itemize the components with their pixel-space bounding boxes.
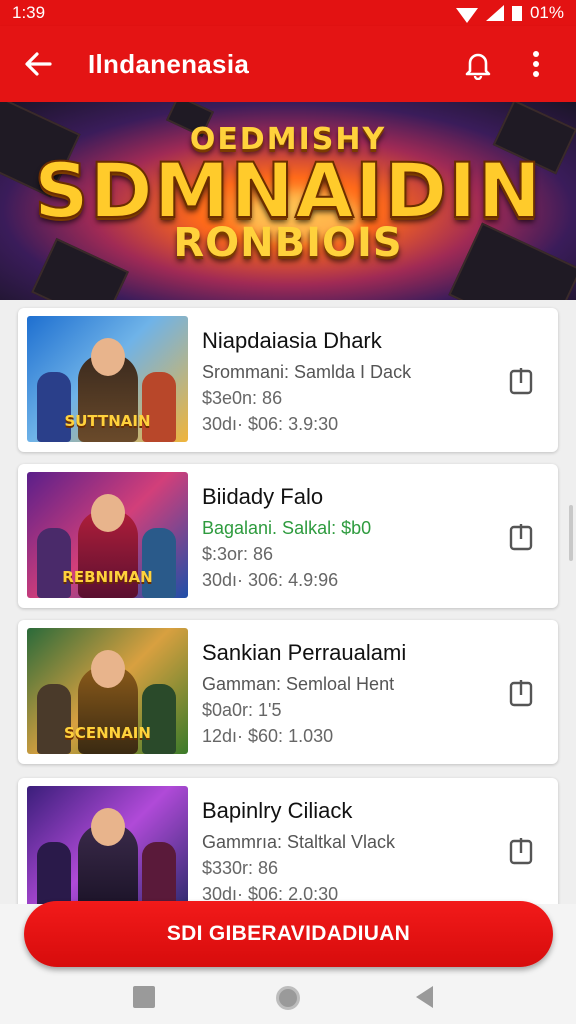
thumbnail-head <box>90 650 125 688</box>
game-list: SUTTNAIN Niapdaiasia Dhark Srommani: Sam… <box>0 300 576 904</box>
bell-icon[interactable] <box>456 42 500 86</box>
thumbnail-figure <box>37 372 71 442</box>
status-time: 1:39 <box>12 3 46 22</box>
thumbnail-head <box>90 808 125 846</box>
status-icons: 01% <box>455 3 564 23</box>
recents-icon[interactable] <box>133 986 155 1008</box>
battery-icon <box>511 5 522 21</box>
item-title: Niapdaiasia Dhark <box>202 328 382 353</box>
list-item[interactable]: Bapinlry Ciliack Gammrıa: Staltkal Vlack… <box>18 778 558 904</box>
thumbnail-figure <box>142 528 176 598</box>
item-line3: 12dı· $60: 1.030 <box>202 726 334 746</box>
back-triangle-icon[interactable] <box>416 986 433 1008</box>
item-title: Bapinlry Ciliack <box>202 798 353 823</box>
item-line3: 30dı· 306: 4.9:96 <box>202 570 339 590</box>
game-thumbnail: SUTTNAIN <box>27 316 188 442</box>
item-line2: $:3or: 86 <box>202 544 274 564</box>
thumbnail-figure <box>37 528 71 598</box>
thumbnail-head <box>90 338 125 376</box>
app-bar: Ilndanenasia <box>0 26 576 102</box>
banner-line3: RONBIOIS <box>173 220 403 266</box>
status-bar: 1:39 01% <box>0 0 576 26</box>
game-thumbnail <box>27 786 188 904</box>
thumbnail-logo: SUTTNAIN <box>64 412 151 430</box>
battery-percent: 01% <box>529 3 564 22</box>
cta-button[interactable]: SDI GIBERAVIDADIUAN <box>24 901 553 967</box>
bookmark-icon[interactable] <box>508 366 534 396</box>
arrow-left-icon[interactable] <box>18 44 58 84</box>
item-line1: Bagalani. Salkal: $b0 <box>202 518 372 538</box>
game-thumbnail: SCENNAIN <box>27 628 188 754</box>
page-title: Ilndanenasia <box>88 48 250 79</box>
thumbnail-figure <box>142 372 176 442</box>
home-icon[interactable] <box>276 986 300 1010</box>
bookmark-icon[interactable] <box>508 678 534 708</box>
thumbnail-figure <box>37 684 71 754</box>
system-nav-bar <box>0 974 576 1024</box>
more-vert-icon[interactable] <box>514 42 558 86</box>
bookmark-icon[interactable] <box>508 836 534 866</box>
game-thumbnail: REBNIMAN <box>27 472 188 598</box>
list-item[interactable]: SUTTNAIN Niapdaiasia Dhark Srommani: Sam… <box>18 308 558 452</box>
item-line1: Gamman: Semloal Hent <box>202 674 395 694</box>
item-line3: 30dı· $06: 3.9:30 <box>202 414 339 434</box>
item-line1: Srommani: Samlda I Dack <box>202 362 412 382</box>
bookmark-icon[interactable] <box>508 522 534 552</box>
thumbnail-logo: REBNIMAN <box>62 568 153 586</box>
item-line2: $330r: 86 <box>202 858 279 878</box>
thumbnail-figure <box>142 684 176 754</box>
thumbnail-head <box>90 494 125 532</box>
promo-banner[interactable]: OEDMISHY SDMNAIDIN RONBIOIS <box>0 102 576 300</box>
thumbnail-logo: SCENNAIN <box>64 724 151 742</box>
item-line2: $0a0r: 1'5 <box>202 700 282 720</box>
item-line1: Gammrıa: Staltkal Vlack <box>202 832 396 852</box>
item-title: Biidady Falo <box>202 484 324 509</box>
item-line2: $3e0n: 86 <box>202 388 283 408</box>
signal-icon <box>485 5 504 21</box>
item-title: Sankian Perraualami <box>202 640 407 665</box>
thumbnail-figure <box>142 842 176 904</box>
scrollbar[interactable] <box>569 505 573 561</box>
list-item[interactable]: SCENNAIN Sankian Perraualami Gamman: Sem… <box>18 620 558 764</box>
wifi-icon <box>455 7 478 23</box>
list-item[interactable]: REBNIMAN Biidady Falo Bagalani. Salkal: … <box>18 464 558 608</box>
thumbnail-figure <box>37 842 71 904</box>
